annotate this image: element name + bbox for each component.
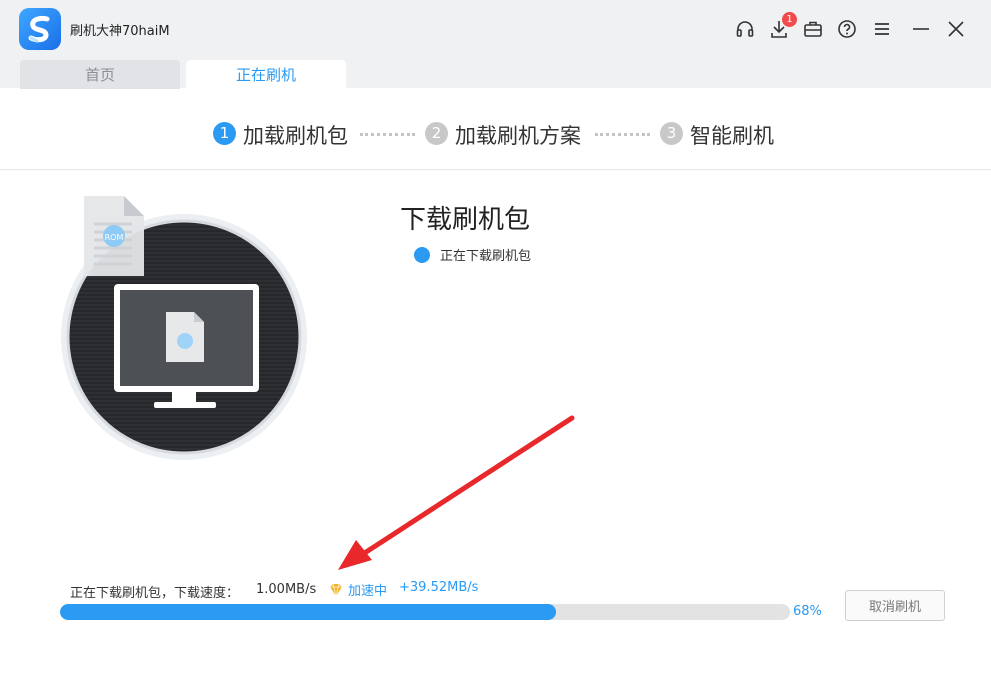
download-progress-bar (60, 604, 790, 620)
step-1-number: 1 (213, 122, 236, 145)
step-2-label: 加载刷机方案 (455, 124, 581, 148)
section-title: 下载刷机包 (400, 205, 531, 235)
menu-icon[interactable] (871, 18, 893, 40)
download-speed: 1.00MB/s (256, 582, 317, 597)
headset-icon[interactable] (734, 18, 756, 40)
step-divider (595, 133, 650, 136)
step-divider (360, 133, 415, 136)
vip-diamond-icon (328, 582, 344, 598)
status-dot-icon (414, 247, 430, 263)
step-indicator: 1 加载刷机包 2 加载刷机方案 3 智能刷机 (0, 89, 991, 170)
title-bar: 刷机大神70haiM 1 首页 正在刷机 (0, 0, 991, 89)
progress-fill (60, 604, 557, 620)
rom-badge-text: ROM (105, 233, 124, 242)
cancel-flash-button[interactable]: 取消刷机 (845, 590, 945, 621)
step-3-label: 智能刷机 (690, 124, 774, 148)
download-badge: 1 (782, 12, 797, 27)
progress-percent: 68% (793, 604, 822, 619)
step-1-label: 加载刷机包 (243, 124, 348, 148)
accelerated-speed: +39.52MB/s (399, 580, 479, 595)
toolbox-icon[interactable] (802, 18, 824, 40)
app-logo (19, 8, 61, 50)
close-icon[interactable] (945, 18, 967, 40)
minimize-icon[interactable] (910, 18, 932, 40)
download-status-text: 正在下载刷机包，下载速度： (70, 586, 240, 601)
accelerating-label: 加速中 (348, 584, 388, 599)
help-icon[interactable] (836, 18, 858, 40)
tab-home[interactable]: 首页 (20, 60, 180, 89)
app-title: 刷机大神70haiM (70, 24, 170, 39)
status-text: 正在下载刷机包 (440, 249, 532, 264)
step-2-number: 2 (425, 122, 448, 145)
rom-file-icon: ROM (84, 196, 144, 276)
tab-flashing[interactable]: 正在刷机 (186, 60, 346, 89)
step-3-number: 3 (660, 122, 683, 145)
